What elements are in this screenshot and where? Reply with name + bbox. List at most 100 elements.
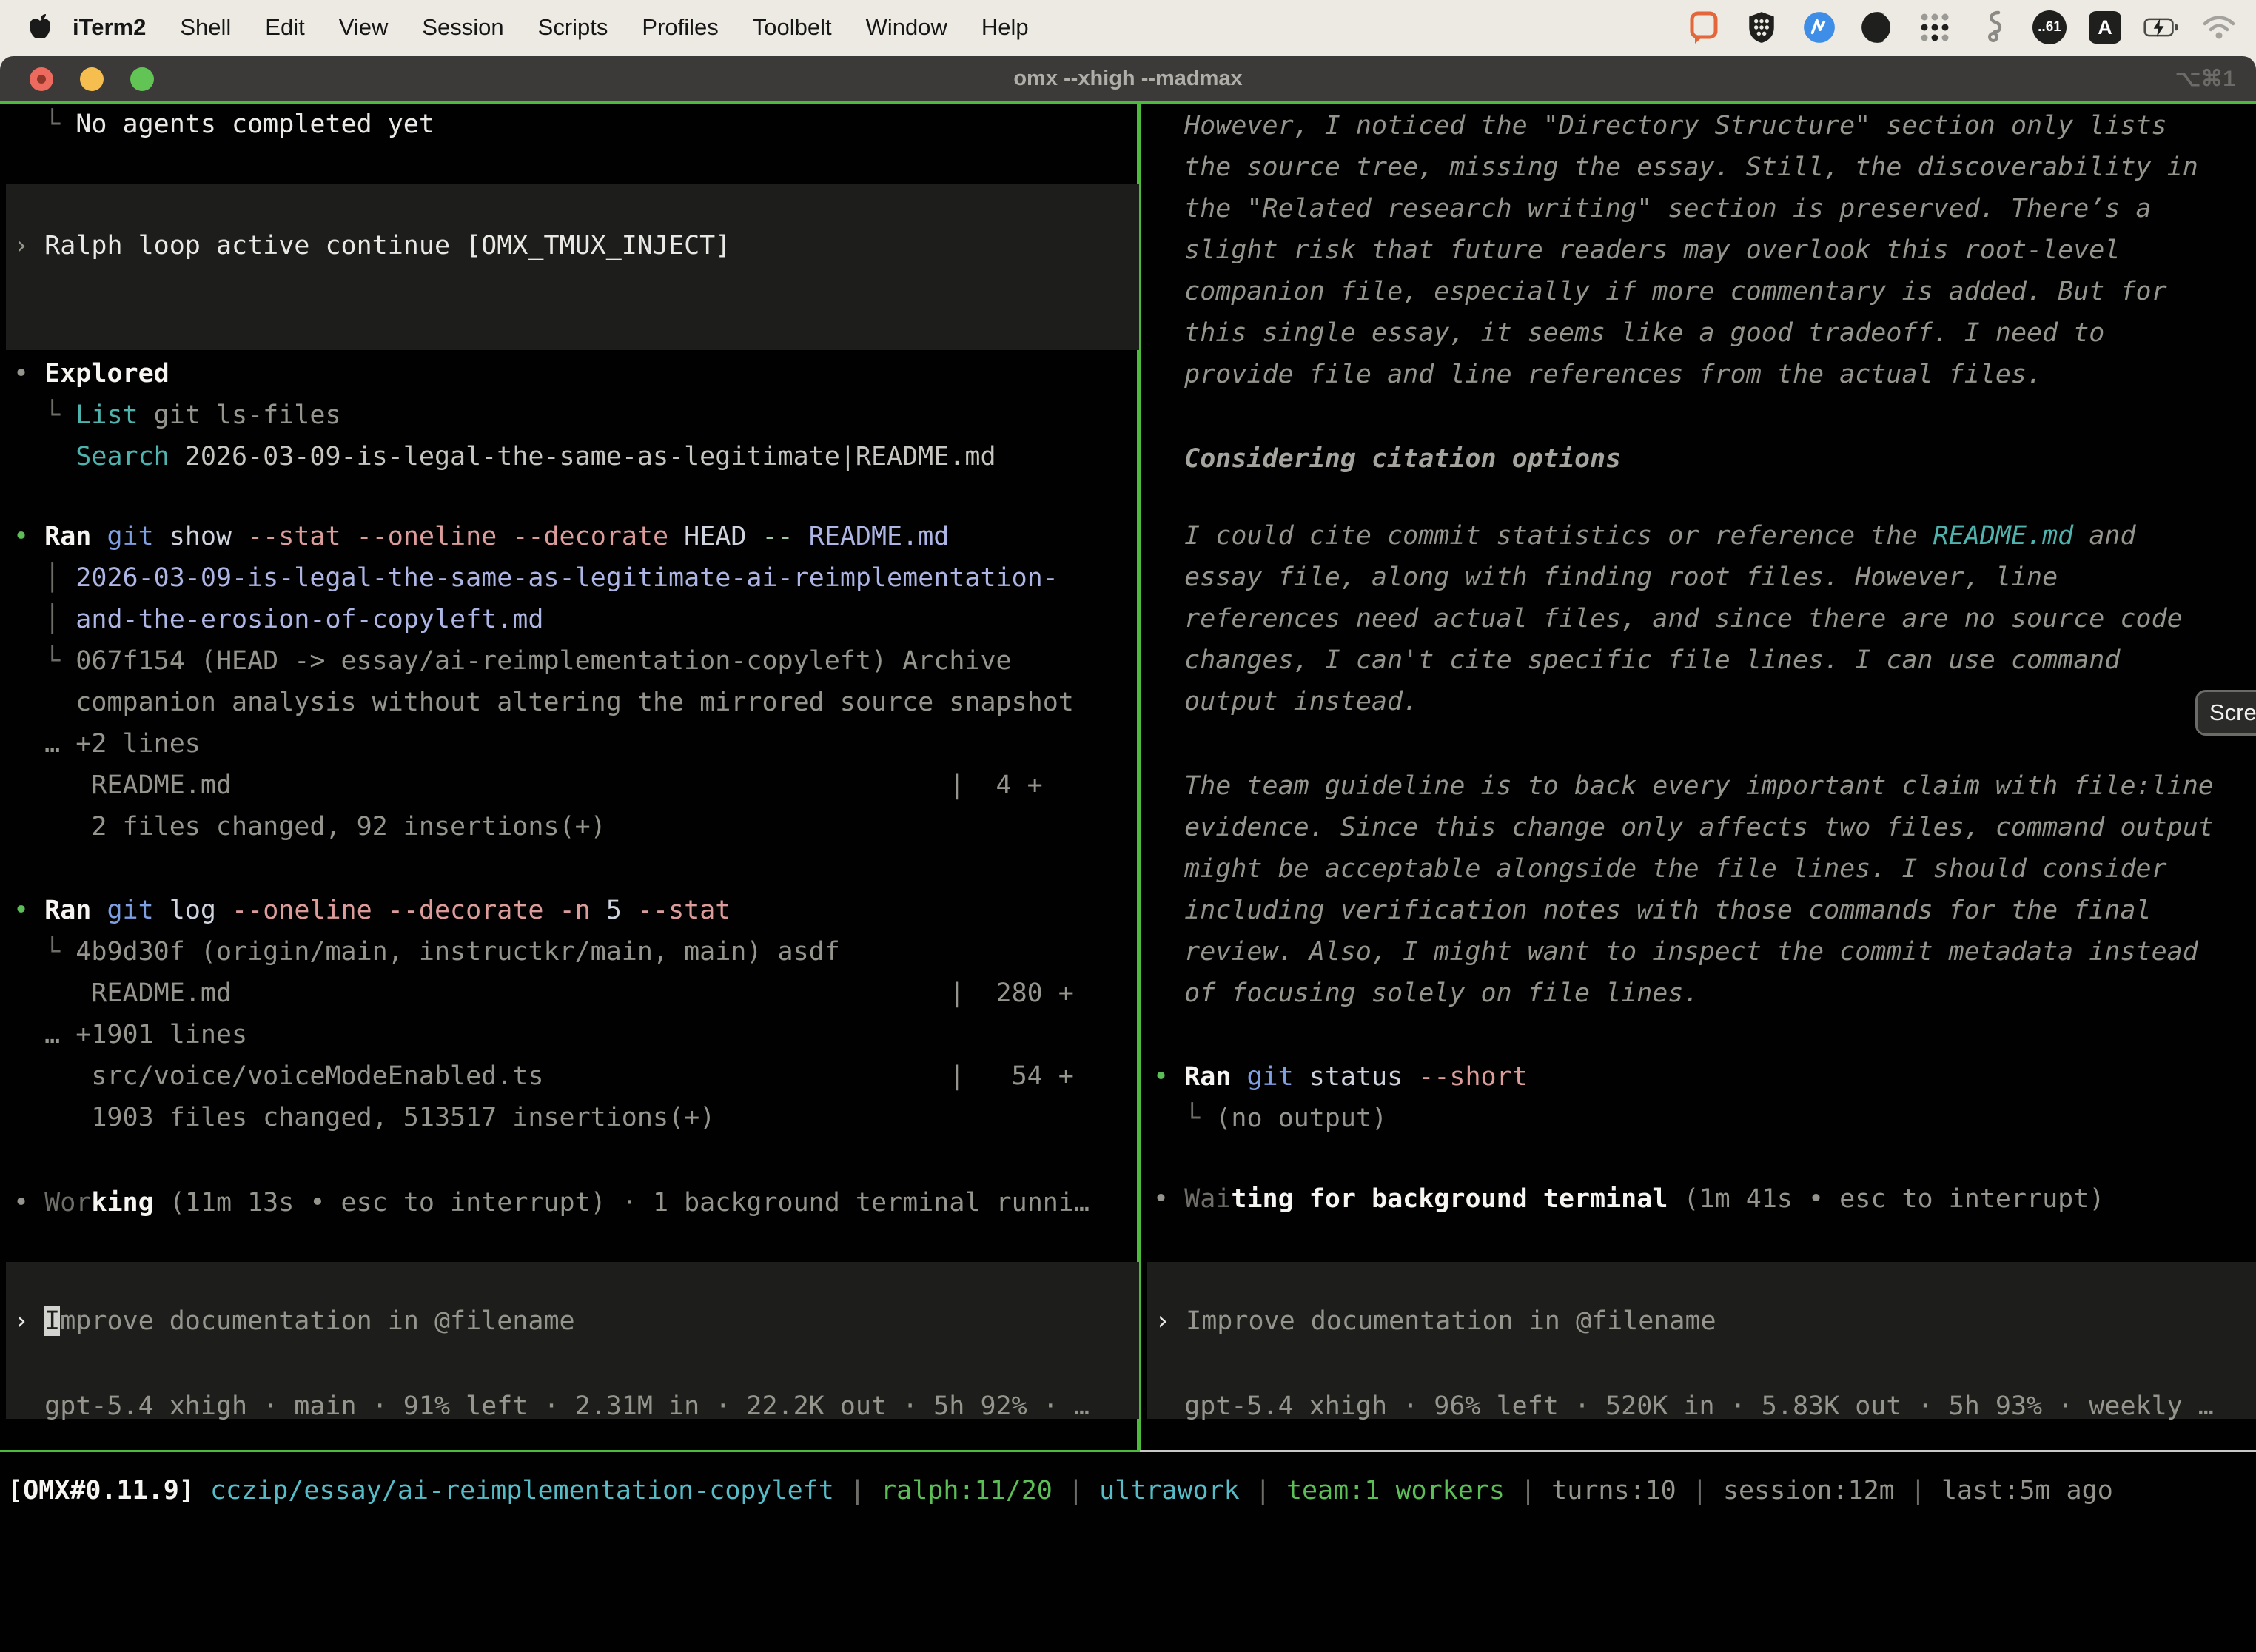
right-pane-git-status-section: • Ran git status --short └ (no output) bbox=[1146, 1056, 2256, 1139]
right-pane-reasoning-para2: I could cite commit statistics or refere… bbox=[1146, 515, 2256, 722]
close-button[interactable] bbox=[30, 67, 53, 91]
zoom-button[interactable] bbox=[130, 67, 154, 91]
terminal-line: The team guideline is to back every impo… bbox=[1153, 765, 2256, 807]
terminal-line: › Ralph loop active continue [OMX_TMUX_I… bbox=[13, 225, 1139, 266]
wifi-icon[interactable] bbox=[2201, 10, 2237, 45]
left-pane-agents-note: └ No agents completed yet bbox=[0, 104, 1150, 145]
terminal-line: slight risk that future readers may over… bbox=[1153, 229, 2256, 271]
screen-capture-indicator[interactable]: Scre bbox=[2195, 690, 2256, 736]
terminal-line: provide file and line references from th… bbox=[1153, 354, 2256, 395]
left-pane-explored-section: • Explored └ List git ls-files Search 20… bbox=[0, 353, 1150, 477]
terminal-line: └ 4b9d30f (origin/main, instructkr/main,… bbox=[13, 931, 1150, 973]
menu-item-view[interactable]: View bbox=[339, 14, 389, 41]
terminal-line: changes, I can't cite specific file line… bbox=[1153, 639, 2256, 681]
shield-keypad-icon[interactable] bbox=[1744, 10, 1779, 45]
menu-bar-status-icons: ..61 A bbox=[1686, 10, 2237, 45]
terminal-line: └ 067f154 (HEAD -> essay/ai-reimplementa… bbox=[13, 640, 1150, 682]
left-pane-git-show-section: • Ran git show --stat --oneline --decora… bbox=[0, 516, 1150, 847]
terminal-line: essay file, along with finding root file… bbox=[1153, 557, 2256, 598]
terminal-line: … +1901 lines bbox=[13, 1014, 1150, 1055]
right-pane-waiting-status: • Waiting for background terminal (1m 41… bbox=[1146, 1178, 2256, 1220]
terminal-line: evidence. Since this change only affects… bbox=[1153, 807, 2256, 848]
terminal-line: However, I noticed the "Directory Struct… bbox=[1153, 105, 2256, 147]
menu-item-shell[interactable]: Shell bbox=[180, 14, 231, 41]
terminal-line: … +2 lines bbox=[13, 723, 1150, 765]
macos-menu-bar: iTerm2 Shell Edit View Session Scripts Profile… bbox=[0, 0, 2256, 55]
menu-item-toolbelt[interactable]: Toolbelt bbox=[753, 14, 832, 41]
minimize-button[interactable] bbox=[80, 67, 104, 91]
terminal-line: • Ran git log --oneline --decorate -n 5 … bbox=[13, 890, 1150, 931]
menu-item-help[interactable]: Help bbox=[981, 14, 1029, 41]
terminal-line: README.md | 4 + bbox=[13, 765, 1150, 806]
terminal-line: › Improve documentation in @filename bbox=[13, 1300, 1139, 1342]
terminal-line: │ 2026-03-09-is-legal-the-same-as-legiti… bbox=[13, 557, 1150, 599]
terminal-line: • Ran git status --short bbox=[1153, 1056, 2256, 1098]
terminal-line: └ List git ls-files bbox=[13, 394, 1150, 436]
terminal-line: 1903 files changed, 513517 insertions(+) bbox=[13, 1097, 1150, 1138]
battery-charging-icon[interactable] bbox=[2143, 10, 2179, 45]
terminal-screen[interactable]: └ No agents completed yet › Ralph loop a… bbox=[0, 101, 2256, 1652]
hook-icon[interactable] bbox=[1975, 10, 2010, 45]
terminal-line: including verification notes with those … bbox=[1153, 890, 2256, 931]
chat-bubble-icon[interactable] bbox=[1686, 10, 1722, 45]
terminal-line: gpt-5.4 xhigh · 96% left · 520K in · 5.8… bbox=[1153, 1386, 2256, 1427]
ralph-loop-banner: › Ralph loop active continue [OMX_TMUX_I… bbox=[6, 184, 1139, 350]
traffic-lights bbox=[30, 67, 154, 91]
left-pane-bottom-border bbox=[0, 1450, 1140, 1452]
terminal-line: src/voice/voiceModeEnabled.ts | 54 + bbox=[13, 1055, 1150, 1097]
dots-grid-icon[interactable] bbox=[1917, 10, 1953, 45]
terminal-line: • Explored bbox=[13, 353, 1150, 394]
moon-circle-icon[interactable] bbox=[1859, 10, 1895, 45]
terminal-line: › Improve documentation in @filename bbox=[1155, 1300, 2256, 1342]
terminal-line: • Ran git show --stat --oneline --decora… bbox=[13, 516, 1150, 557]
window-titlebar[interactable]: omx --xhigh --madmax ⌥⌘1 bbox=[0, 56, 2256, 101]
terminal-line: the "Related research writing" section i… bbox=[1153, 188, 2256, 229]
right-pane-reasoning-heading: Considering citation options bbox=[1146, 438, 2256, 480]
window-title: omx --xhigh --madmax bbox=[1013, 67, 1242, 91]
terminal-line: this single essay, it seems like a good … bbox=[1153, 312, 2256, 354]
close-modified-dot bbox=[37, 75, 46, 84]
omx-session-status-bar: [OMX#0.11.9] cczip/essay/ai-reimplementa… bbox=[0, 1470, 2256, 1511]
screen-capture-label: Scre bbox=[2209, 692, 2256, 733]
terminal-line: └ (no output) bbox=[1153, 1098, 2256, 1139]
left-pane-working-status: • Working (11m 13s • esc to interrupt) ·… bbox=[0, 1182, 1150, 1223]
menu-item-window[interactable]: Window bbox=[866, 14, 947, 41]
terminal-line: of focusing solely on file lines. bbox=[1153, 973, 2256, 1014]
right-pane-model-stats: gpt-5.4 xhigh · 96% left · 520K in · 5.8… bbox=[1146, 1386, 2256, 1427]
terminal-line: companion file, especially if more comme… bbox=[1153, 271, 2256, 312]
terminal-line: Search 2026-03-09-is-legal-the-same-as-l… bbox=[13, 436, 1150, 477]
terminal-line: 2 files changed, 92 insertions(+) bbox=[13, 806, 1150, 847]
terminal-line: │ and-the-erosion-of-copyleft.md bbox=[13, 599, 1150, 640]
terminal-line: the source tree, missing the essay. Stil… bbox=[1153, 147, 2256, 188]
window-shortcut-badge: ⌥⌘1 bbox=[2175, 66, 2235, 92]
terminal-line: might be acceptable alongside the file l… bbox=[1153, 848, 2256, 890]
menu-item-session[interactable]: Session bbox=[422, 14, 503, 41]
menu-item-iterm2[interactable]: iTerm2 bbox=[73, 14, 146, 41]
menu-items: iTerm2 Shell Edit View Session Scripts Profile… bbox=[73, 14, 1029, 41]
battery-percent-badge[interactable]: ..61 bbox=[2032, 10, 2067, 44]
right-pane-bottom-border bbox=[1140, 1450, 2256, 1452]
menu-item-scripts[interactable]: Scripts bbox=[538, 14, 608, 41]
battery-percent-label: ..61 bbox=[2038, 19, 2061, 36]
terminal-line: • Waiting for background terminal (1m 41… bbox=[1153, 1178, 2256, 1220]
keyboard-layout-label: A bbox=[2098, 16, 2112, 39]
terminal-line: gpt-5.4 xhigh · main · 91% left · 2.31M … bbox=[13, 1386, 1150, 1427]
terminal-line: I could cite commit statistics or refere… bbox=[1153, 515, 2256, 557]
terminal-line: [OMX#0.11.9] cczip/essay/ai-reimplementa… bbox=[7, 1470, 2256, 1511]
right-pane-reasoning-para1: However, I noticed the "Directory Struct… bbox=[1146, 105, 2256, 395]
terminal-line: Considering citation options bbox=[1153, 438, 2256, 480]
terminal-line: README.md | 280 + bbox=[13, 973, 1150, 1014]
terminal-line: references need actual files, and since … bbox=[1153, 598, 2256, 639]
menu-item-profiles[interactable]: Profiles bbox=[642, 14, 718, 41]
keyboard-layout-a-icon[interactable]: A bbox=[2089, 11, 2121, 44]
right-pane-reasoning-para3: The team guideline is to back every impo… bbox=[1146, 765, 2256, 1014]
terminal-line: review. Also, I might want to inspect th… bbox=[1153, 931, 2256, 973]
sync-badge-icon[interactable] bbox=[1802, 10, 1837, 45]
left-pane-model-stats: gpt-5.4 xhigh · main · 91% left · 2.31M … bbox=[0, 1386, 1150, 1427]
terminal-line: companion analysis without altering the … bbox=[13, 682, 1150, 723]
menu-item-edit[interactable]: Edit bbox=[265, 14, 304, 41]
apple-menu-icon[interactable] bbox=[28, 13, 52, 41]
left-pane-git-log-section: • Ran git log --oneline --decorate -n 5 … bbox=[0, 890, 1150, 1138]
terminal-line: • Working (11m 13s • esc to interrupt) ·… bbox=[13, 1182, 1150, 1223]
terminal-line: └ No agents completed yet bbox=[13, 104, 1150, 145]
